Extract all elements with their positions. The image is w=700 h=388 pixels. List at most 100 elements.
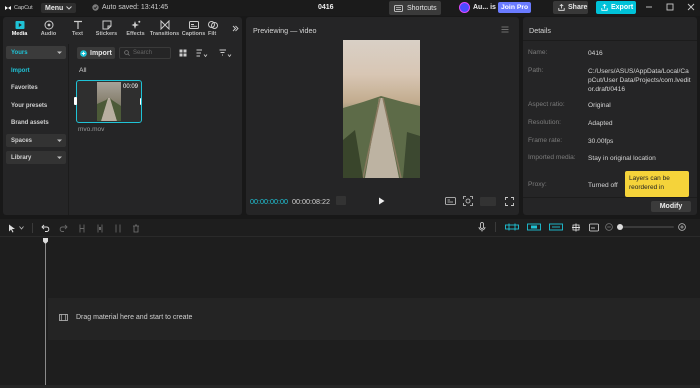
more-tabs-chevron-icon[interactable] [232,25,239,32]
tooltip-text: Layers can be reordered in [629,175,670,191]
auto-snap-icon[interactable] [527,223,541,231]
split-right-icon[interactable] [114,224,122,233]
text-icon [73,20,82,29]
chevron-down-icon [57,156,62,159]
join-pro-label: Join Pro [501,4,529,11]
sort-button[interactable] [196,49,208,57]
media-clip-thumbnail[interactable]: 00:09 [76,80,142,123]
clip-left-handle[interactable] [74,97,77,105]
zoom-out-icon[interactable] [605,223,613,231]
sidebar-library[interactable]: Library [6,151,66,164]
export-button[interactable]: Export [596,1,636,14]
minimize-icon[interactable] [645,3,653,11]
sidebar-item-import[interactable]: Import [6,64,66,77]
search-input[interactable]: Search [119,47,171,59]
zoom-in-icon[interactable] [678,223,686,231]
chevron-down-icon[interactable] [19,226,24,230]
clip-preview-image [97,82,121,121]
sidebar-item-favorites[interactable]: Favorites [6,81,66,94]
split-left-icon[interactable] [96,224,104,233]
detail-value: 30.00fps [588,138,614,145]
redo-icon[interactable] [59,224,68,232]
tab-stickers-label: Stickers [95,31,118,37]
import-button[interactable]: Import [77,47,115,59]
user-account[interactable]: Au... is [459,2,496,13]
preview-panel: Previewing — video 00:00:00:00 00:00:08:… [246,17,519,215]
crop-focus-icon[interactable] [463,196,473,206]
tab-captions[interactable]: Captions [179,18,208,39]
detail-key: Name: [528,49,548,56]
close-icon[interactable] [687,3,695,11]
video-preview[interactable] [343,40,420,178]
zoom-slider-knob[interactable] [617,224,623,230]
user-name: Au... is [473,4,496,11]
tab-effects[interactable]: Effects [121,18,150,39]
tab-media[interactable]: Media [5,18,34,39]
maximize-icon[interactable] [666,3,674,11]
playhead-line[interactable] [45,244,46,385]
clip-handle[interactable] [140,98,141,105]
shortcuts-button[interactable]: Shortcuts [389,1,441,15]
main-track-magnet-icon[interactable] [505,223,519,231]
undo-icon[interactable] [41,224,50,232]
sidebar-item-presets[interactable]: Your presets [6,99,66,112]
menu-button[interactable]: Menu [41,3,76,13]
sidebar-item-label: Your presets [11,102,48,109]
preview-axis-icon[interactable] [571,223,581,232]
tab-text[interactable]: Text [63,18,92,39]
filter-button[interactable] [219,49,233,57]
details-title: Details [529,26,551,35]
fullscreen-icon[interactable] [505,197,514,206]
timeline-view-tools [478,222,686,232]
linkage-icon[interactable] [549,223,563,231]
clip-name: mvo.mov [78,126,105,133]
delete-icon[interactable] [132,224,140,233]
modify-label: Modify [659,203,683,210]
media-icon [15,21,24,29]
detail-key: Aspect ratio: [528,101,565,108]
main-track-area[interactable]: Drag material here and start to create [48,298,700,340]
quality-toggle[interactable] [480,197,496,206]
play-icon[interactable] [378,197,385,205]
detail-key: Frame rate: [528,137,563,144]
import-label: Import [90,49,112,57]
cursor-icon[interactable] [8,224,16,233]
tab-effects-label: Effects [126,31,145,37]
menu-lines-icon[interactable] [501,26,509,33]
details-panel: Details Name: 0416 Path: C:/Users/ASUS/A… [523,17,697,215]
join-pro-button[interactable]: Join Pro [498,2,532,13]
autosave-status: Auto saved: 13:41:45 [92,4,168,11]
tab-stickers[interactable]: Stickers [92,18,121,39]
sidebar-item-brand-assets[interactable]: Brand assets [6,116,66,129]
microphone-icon[interactable] [478,222,486,232]
detail-row-aspect-ratio: Aspect ratio: Original [528,101,611,110]
detail-key: Imported media: [528,154,576,161]
tab-filters[interactable]: Filt [208,18,224,39]
zoom-slider[interactable] [617,224,674,230]
sidebar-yours[interactable]: Yours [6,46,66,59]
toolbar-divider [495,222,496,232]
path-landscape-image [97,98,121,121]
grid-view-icon[interactable] [179,49,187,57]
caption-track-icon[interactable] [589,223,599,232]
modify-button[interactable]: Modify [651,201,691,212]
media-sidebar: Yours Import Favorites Your presets Bran… [3,44,69,215]
all-filter-label[interactable]: All [79,67,87,74]
detail-value: Adapted [588,120,613,127]
preview-title: Previewing — video [253,26,317,35]
detail-row-proxy: Proxy: Turned off [528,181,618,190]
project-name: 0416 [318,4,334,11]
plus-circle-icon [80,49,87,57]
detail-key: Resolution: [528,119,561,126]
share-button[interactable]: Share [553,1,588,14]
detail-row-imported-media: Imported media: Stay in original locatio… [528,154,656,163]
filter-sort-icon [219,49,232,57]
tab-transitions[interactable]: Transitions [150,18,179,39]
split-icon[interactable] [78,224,86,233]
chevron-down-icon [66,6,73,10]
sidebar-spaces[interactable]: Spaces [6,134,66,147]
detail-value: Stay in original location [588,155,656,162]
ratio-icon[interactable] [445,197,456,205]
tab-audio[interactable]: Audio [34,18,63,39]
timecode-toggle[interactable] [336,196,346,205]
